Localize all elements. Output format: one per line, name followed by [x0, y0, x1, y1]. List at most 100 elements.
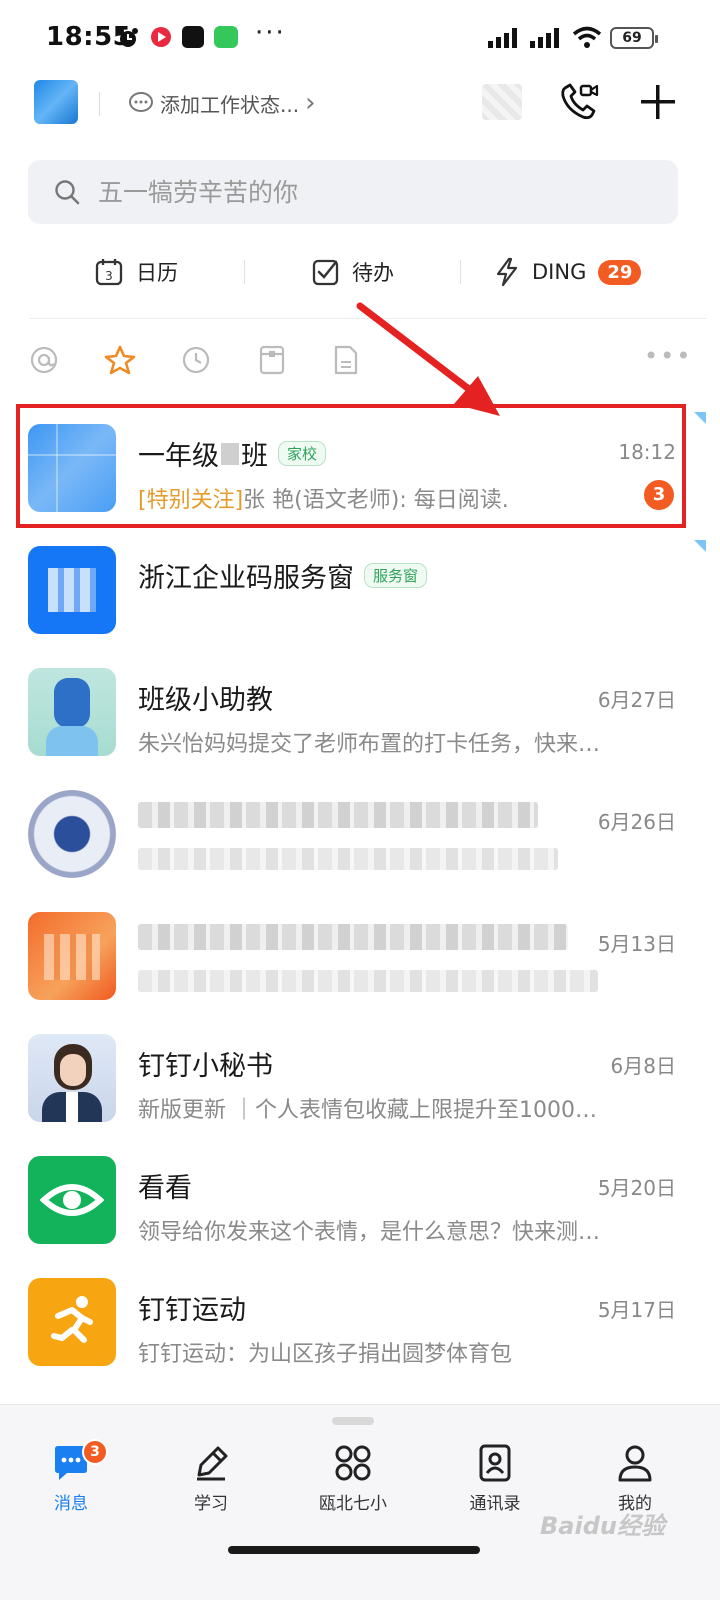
chevron-right-icon: › [305, 88, 316, 118]
tab-contacts[interactable]: 通讯录 [440, 1443, 550, 1514]
todo-button[interactable]: 待办 [312, 246, 394, 298]
tab-label: 消息 [54, 1494, 88, 1514]
battery-indicator: 69 [610, 27, 658, 49]
more-notifications-icon: ··· [255, 18, 286, 48]
top-header: 添加工作状态... › [0, 76, 720, 136]
avatar [28, 912, 116, 1000]
ding-label: DING [532, 260, 587, 284]
avatar [28, 790, 116, 878]
user-icon [618, 1445, 652, 1482]
message-preview: 新版更新 ｜个人表情包收藏上限提升至1000… [138, 1098, 597, 1123]
video-call-button[interactable] [558, 80, 602, 124]
qa-divider [244, 260, 245, 284]
list-item[interactable]: 看看 5月20日 领导给你发来这个表情，是什么意思？快来测… [0, 1136, 720, 1258]
tab-label: 通讯录 [469, 1494, 521, 1514]
calendar-label: 日历 [136, 261, 178, 285]
filter-tray[interactable] [256, 344, 288, 376]
clock-icon [182, 346, 210, 374]
tag-badge: 服务窗 [364, 563, 428, 588]
conversation-name: 钉钉小秘书 [138, 1044, 273, 1083]
conversation-name: 钉钉运动 [138, 1288, 246, 1327]
blurred-name [138, 802, 538, 828]
qa-divider [460, 260, 461, 284]
video-app-icon [151, 27, 171, 47]
annotation-arrow-icon [356, 302, 500, 416]
name-text: 看看 [138, 1173, 192, 1204]
timestamp: 5月17日 [597, 1298, 676, 1322]
ding-button[interactable]: DING 29 [494, 246, 642, 298]
home-indicator[interactable] [228, 1546, 480, 1554]
conversation-name: 班级小助教 [138, 678, 273, 717]
message-preview: 朱兴怡妈妈提交了老师布置的打卡任务，快来… [138, 732, 601, 757]
conversation-name: 浙江企业码服务窗 服务窗 [138, 556, 428, 595]
list-item[interactable]: 6月26日 [0, 770, 720, 892]
more-filters-icon[interactable]: ••• [644, 342, 692, 370]
filter-recent[interactable] [180, 344, 212, 376]
name-text: 班级小助教 [138, 685, 273, 716]
header-divider [99, 92, 100, 116]
alarm-icon [118, 28, 138, 47]
name-text: 浙江企业码服务窗 [138, 563, 354, 594]
avatar [28, 1278, 116, 1366]
signal-icon [488, 28, 517, 48]
tab-messages[interactable]: 3 消息 [16, 1439, 126, 1514]
blurred-preview [138, 848, 558, 870]
calendar-icon: 3 [95, 259, 123, 286]
phone-video-icon [561, 83, 599, 120]
grid-apps-icon [335, 1445, 371, 1481]
timestamp: 5月20日 [597, 1176, 676, 1200]
tab-workspace[interactable]: 瓯北七小 [298, 1443, 408, 1514]
work-status-button[interactable]: 添加工作状态... › [128, 88, 315, 118]
watermark: Baidu经验 [540, 1512, 665, 1540]
filter-starred[interactable] [104, 344, 136, 376]
contacts-icon [479, 1444, 511, 1482]
tab-profile[interactable]: 我的 [580, 1443, 690, 1514]
ding-count-badge: 29 [598, 259, 642, 285]
org-avatar[interactable] [34, 80, 78, 124]
pin-indicator [694, 540, 706, 552]
tab-label: 学习 [194, 1494, 228, 1514]
todo-label: 待办 [352, 261, 394, 285]
messages-app-icon [214, 26, 238, 48]
svg-text:3: 3 [105, 269, 113, 283]
blurred-avatar [482, 84, 522, 120]
at-icon [30, 346, 58, 374]
timestamp: 6月27日 [597, 688, 676, 712]
list-item[interactable]: 钉钉小秘书 6月8日 新版更新 ｜个人表情包收藏上限提升至1000… [0, 1014, 720, 1136]
tab-learning[interactable]: 学习 [156, 1443, 266, 1514]
conversation-name: 看看 [138, 1166, 192, 1205]
plus-icon [641, 85, 675, 119]
avatar [28, 1156, 116, 1244]
avatar [28, 546, 116, 634]
star-icon [104, 345, 136, 375]
search-input[interactable] [98, 160, 658, 224]
list-item[interactable]: 班级小助教 6月27日 朱兴怡妈妈提交了老师布置的打卡任务，快来… [0, 648, 720, 770]
eye-icon [39, 1184, 105, 1216]
message-preview: 钉钉运动：为山区孩子捐出圆梦体育包 [138, 1342, 513, 1367]
name-text: 钉钉运动 [138, 1295, 246, 1326]
list-item[interactable]: 浙江企业码服务窗 服务窗 [0, 526, 720, 648]
doc-tray-icon [259, 345, 285, 375]
chat-bubble-icon [129, 92, 153, 112]
signal-icon-2 [530, 28, 559, 48]
filter-mentions[interactable] [28, 344, 60, 376]
list-item[interactable]: 5月13日 [0, 892, 720, 1014]
search-icon [55, 180, 80, 205]
add-button[interactable] [636, 80, 680, 124]
name-text: 钉钉小秘书 [138, 1051, 273, 1082]
message-preview: 领导给你发来这个表情，是什么意思？快来测… [138, 1220, 601, 1245]
avatar [28, 668, 116, 756]
lightning-icon [496, 257, 518, 287]
tab-badge: 3 [82, 1439, 108, 1465]
timestamp: 6月26日 [597, 810, 676, 834]
list-item[interactable]: 钉钉运动 5月17日 钉钉运动：为山区孩子捐出圆梦体育包 [0, 1258, 720, 1380]
bottom-tab-bar: 3 消息 学习 瓯北七小 通讯录 我的 [0, 1404, 720, 1600]
calendar-button[interactable]: 3 日历 [94, 246, 178, 298]
drag-handle[interactable] [332, 1417, 374, 1425]
search-bar[interactable] [28, 160, 678, 224]
work-status-label: 添加工作状态... [160, 92, 300, 117]
avatar [28, 1034, 116, 1122]
pin-indicator [694, 412, 706, 424]
quick-actions: 3 日历 待办 DING 29 [0, 246, 720, 298]
tab-label: 瓯北七小 [319, 1494, 387, 1514]
